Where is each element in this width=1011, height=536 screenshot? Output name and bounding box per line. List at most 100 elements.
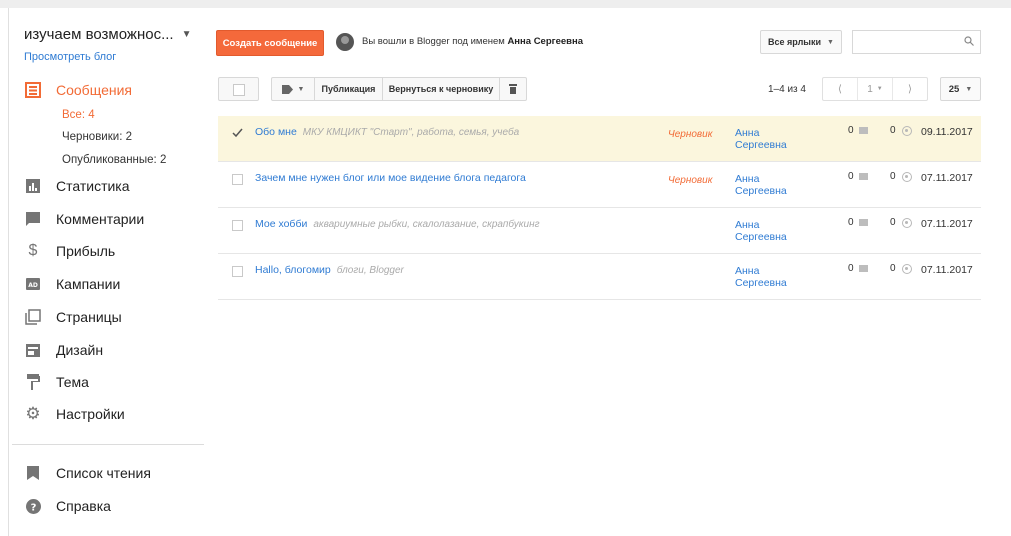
caret-down-icon: ▼	[965, 85, 973, 93]
post-date: 07.11.2017	[921, 218, 973, 230]
ads-icon: AD	[24, 275, 42, 293]
label-menu-button[interactable]: ▼	[272, 78, 315, 100]
post-date: 09.11.2017	[921, 126, 973, 138]
caret-down-icon: ▼	[876, 86, 883, 92]
publish-button[interactable]: Публикация	[315, 78, 383, 100]
sidebar-item-posts[interactable]: Сообщения	[24, 80, 132, 100]
delete-button[interactable]	[500, 78, 526, 100]
comment-count: 0	[848, 263, 868, 274]
sidebar-item-layout[interactable]: Дизайн	[24, 340, 103, 360]
bookmark-icon	[24, 464, 42, 482]
help-icon: ?	[24, 497, 42, 515]
post-labels[interactable]: аквариумные рыбки, скалолазание, скрапбу…	[313, 219, 539, 230]
sidebar-item-reading-list[interactable]: Список чтения	[24, 463, 151, 483]
comment-count: 0	[848, 171, 868, 182]
sidebar-item-label: Прибыль	[56, 243, 116, 259]
sidebar-item-stats[interactable]: Статистика	[24, 176, 130, 196]
checkmark-icon	[232, 128, 243, 138]
eye-icon	[901, 263, 912, 274]
labels-filter-label: Все ярлыки	[768, 37, 822, 47]
post-status: Черновик	[668, 175, 713, 186]
post-date: 07.11.2017	[921, 264, 973, 276]
sidebar-item-earnings[interactable]: $ Прибыль	[24, 241, 116, 261]
paint-roller-icon	[24, 373, 42, 391]
row-checkbox[interactable]	[232, 174, 243, 185]
comments-icon	[24, 210, 42, 228]
create-post-button[interactable]: Создать сообщение	[216, 30, 324, 56]
posts-icon	[24, 81, 42, 99]
top-strip	[0, 0, 1011, 8]
post-labels[interactable]: МКУ КМЦИКТ "Старт", работа, семья, учеба	[303, 127, 519, 138]
sidebar-item-settings[interactable]: ⚙ Настройки	[24, 404, 125, 424]
caret-down-icon: ▼	[827, 38, 834, 46]
comment-icon	[858, 265, 868, 272]
revert-to-draft-button[interactable]: Вернуться к черновику	[383, 78, 500, 100]
post-author[interactable]: Анна Сергеевна	[735, 265, 805, 289]
post-status: Черновик	[668, 129, 713, 140]
blog-selector[interactable]: изучаем возможнос... ▼	[24, 26, 191, 43]
view-count: 0	[890, 263, 912, 274]
caret-down-icon: ▼	[181, 29, 192, 40]
search-icon	[964, 36, 974, 46]
sidebar-sub-published[interactable]: Опубликованные: 2	[62, 154, 166, 166]
row-checkbox[interactable]	[232, 128, 243, 138]
eye-icon	[901, 217, 912, 228]
comment-count: 0	[848, 217, 868, 228]
view-count: 0	[890, 125, 912, 136]
post-author[interactable]: Анна Сергеевна	[735, 173, 805, 197]
row-checkbox[interactable]	[232, 220, 243, 231]
post-author[interactable]: Анна Сергеевна	[735, 127, 805, 151]
sidebar-item-help[interactable]: ? Справка	[24, 496, 111, 516]
sidebar-item-campaigns[interactable]: AD Кампании	[24, 274, 120, 294]
select-all-checkbox[interactable]	[218, 77, 259, 101]
post-title[interactable]: Зачем мне нужен блог или мое видение бло…	[255, 172, 526, 184]
avatar[interactable]	[336, 33, 354, 51]
chevron-left-icon[interactable]: ⟨	[823, 78, 858, 100]
sidebar-item-label: Статистика	[56, 178, 130, 194]
view-count: 0	[890, 217, 912, 228]
page-number: 1	[867, 83, 873, 95]
post-row[interactable]: Мое хобби аквариумные рыбки, скалолазание…	[218, 208, 981, 254]
search-input[interactable]	[852, 30, 981, 54]
label-tag-icon	[281, 84, 293, 94]
sidebar-sub-all[interactable]: Все: 4	[62, 109, 95, 121]
post-labels[interactable]: блоги, Blogger	[337, 265, 404, 276]
trash-icon	[509, 84, 517, 94]
per-page-dropdown[interactable]: 25 ▼	[940, 77, 981, 101]
post-title[interactable]: Мое хобби	[255, 218, 307, 230]
sidebar-item-label: Настройки	[56, 406, 125, 422]
dollar-icon: $	[28, 242, 38, 259]
comment-icon	[858, 173, 868, 180]
post-author[interactable]: Анна Сергеевна	[735, 219, 805, 243]
row-checkbox[interactable]	[232, 266, 243, 277]
sidebar-item-label: Сообщения	[56, 82, 132, 98]
sidebar-item-label: Страницы	[56, 309, 122, 325]
sidebar-item-label: Тема	[56, 374, 89, 390]
pagination: ⟨ 1 ▼ ⟩	[822, 77, 928, 101]
logged-in-text: Вы вошли в Blogger под именем Анна Серге…	[362, 36, 583, 47]
sidebar-item-label: Дизайн	[56, 342, 104, 358]
post-row[interactable]: Зачем мне нужен блог или мое видение бло…	[218, 162, 981, 208]
bulk-actions-group: ▼ Публикация Вернуться к черновику	[271, 77, 527, 101]
logged-in-prefix: Вы вошли в Blogger под именем	[362, 36, 505, 47]
page-select[interactable]: 1 ▼	[858, 78, 893, 100]
sidebar-item-label: Список чтения	[56, 465, 151, 481]
post-title[interactable]: Hallo, блогомир	[255, 264, 331, 276]
sidebar-item-pages[interactable]: Страницы	[24, 307, 122, 327]
chevron-right-icon[interactable]: ⟩	[893, 78, 927, 100]
post-row[interactable]: Обо мне МКУ КМЦИКТ "Старт", работа, семья…	[218, 116, 981, 162]
svg-text:?: ?	[30, 502, 36, 513]
sidebar-item-theme[interactable]: Тема	[24, 372, 89, 392]
blog-title: изучаем возможнос...	[24, 26, 174, 43]
post-title[interactable]: Обо мне	[255, 126, 297, 138]
sidebar-sub-drafts[interactable]: Черновики: 2	[62, 131, 132, 143]
view-blog-link[interactable]: Просмотреть блог	[24, 51, 116, 63]
user-name: Анна Сергеевна	[507, 36, 584, 47]
pages-icon	[24, 308, 42, 326]
labels-filter-dropdown[interactable]: Все ярлыки ▼	[760, 30, 842, 54]
sidebar-item-label: Справка	[56, 498, 111, 514]
post-count: 1–4 из 4	[768, 84, 806, 95]
post-row[interactable]: Hallo, блогомир блоги, Blogger Анна Сергее…	[218, 254, 981, 300]
sidebar-item-comments[interactable]: Комментарии	[24, 209, 144, 229]
layout-icon	[24, 341, 42, 359]
